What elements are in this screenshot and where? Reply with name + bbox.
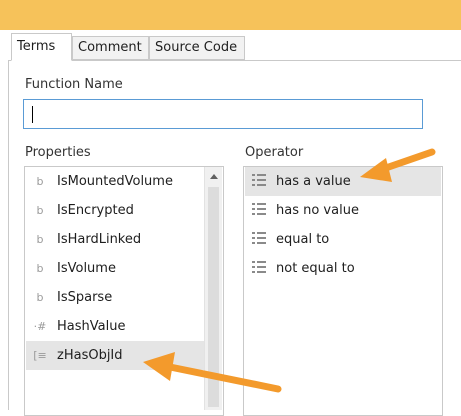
tab-source-code-label: Source Code [155, 40, 238, 55]
operator-list-icon [249, 232, 269, 247]
text-caret [32, 106, 33, 123]
operator-label: Operator [245, 145, 304, 160]
operator-item-has-a-value[interactable]: has a value [245, 167, 441, 196]
tab-source-code[interactable]: Source Code [149, 36, 245, 60]
property-item-hashvalue[interactable]: ·# HashValue [26, 312, 206, 341]
operator-list-icon [249, 203, 269, 218]
boolean-icon: b [36, 291, 44, 304]
tab-comment-label: Comment [78, 40, 142, 55]
operator-label: has a value [276, 174, 351, 189]
property-item-isvolume[interactable]: b IsVolume [26, 254, 206, 283]
properties-scrollbar[interactable] [204, 167, 222, 410]
property-label: HashValue [57, 319, 126, 334]
property-label: IsHardLinked [57, 232, 142, 247]
operator-item-not-equal-to[interactable]: not equal to [245, 254, 441, 283]
property-label: IsSparse [57, 290, 113, 305]
function-name-input[interactable] [23, 99, 423, 129]
boolean-icon: b [36, 204, 44, 217]
properties-label: Properties [25, 145, 91, 160]
operator-label: equal to [276, 232, 330, 247]
property-item-isencrypted[interactable]: b IsEncrypted [26, 196, 206, 225]
boolean-icon: b [36, 175, 44, 188]
property-label: IsMountedVolume [57, 174, 173, 189]
boolean-icon: b [36, 262, 44, 275]
tab-comment[interactable]: Comment [72, 36, 149, 60]
tab-terms[interactable]: Terms [11, 33, 72, 61]
property-item-issparse[interactable]: b IsSparse [26, 283, 206, 312]
operator-item-has-no-value[interactable]: has no value [245, 196, 441, 225]
operator-item-equal-to[interactable]: equal to [245, 225, 441, 254]
function-name-label: Function Name [25, 77, 123, 92]
boolean-icon: b [36, 233, 44, 246]
operator-list[interactable]: has a value has no value equal to not eq… [243, 166, 443, 416]
scroll-up-button[interactable] [205, 167, 222, 185]
property-item-ishardlinked[interactable]: b IsHardLinked [26, 225, 206, 254]
operator-label: has no value [276, 203, 359, 218]
property-item-zhasobjid[interactable]: [≡ zHasObjId [26, 341, 206, 370]
property-label: IsVolume [57, 261, 116, 276]
window-titlebar [0, 0, 461, 30]
property-label: IsEncrypted [57, 203, 134, 218]
operator-list-icon [249, 261, 269, 276]
bracket-list-icon: [≡ [33, 349, 47, 362]
chevron-up-icon [209, 173, 218, 179]
property-item-ismountedvolume[interactable]: b IsMountedVolume [26, 167, 206, 196]
property-label: zHasObjId [57, 348, 123, 363]
scroll-thumb[interactable] [208, 187, 219, 407]
operator-label: not equal to [276, 261, 355, 276]
tab-terms-label: Terms [17, 39, 56, 54]
properties-list[interactable]: b IsMountedVolume b IsEncrypted b IsHard… [24, 166, 224, 416]
operator-list-icon [249, 174, 269, 189]
hash-icon: ·# [33, 320, 47, 333]
